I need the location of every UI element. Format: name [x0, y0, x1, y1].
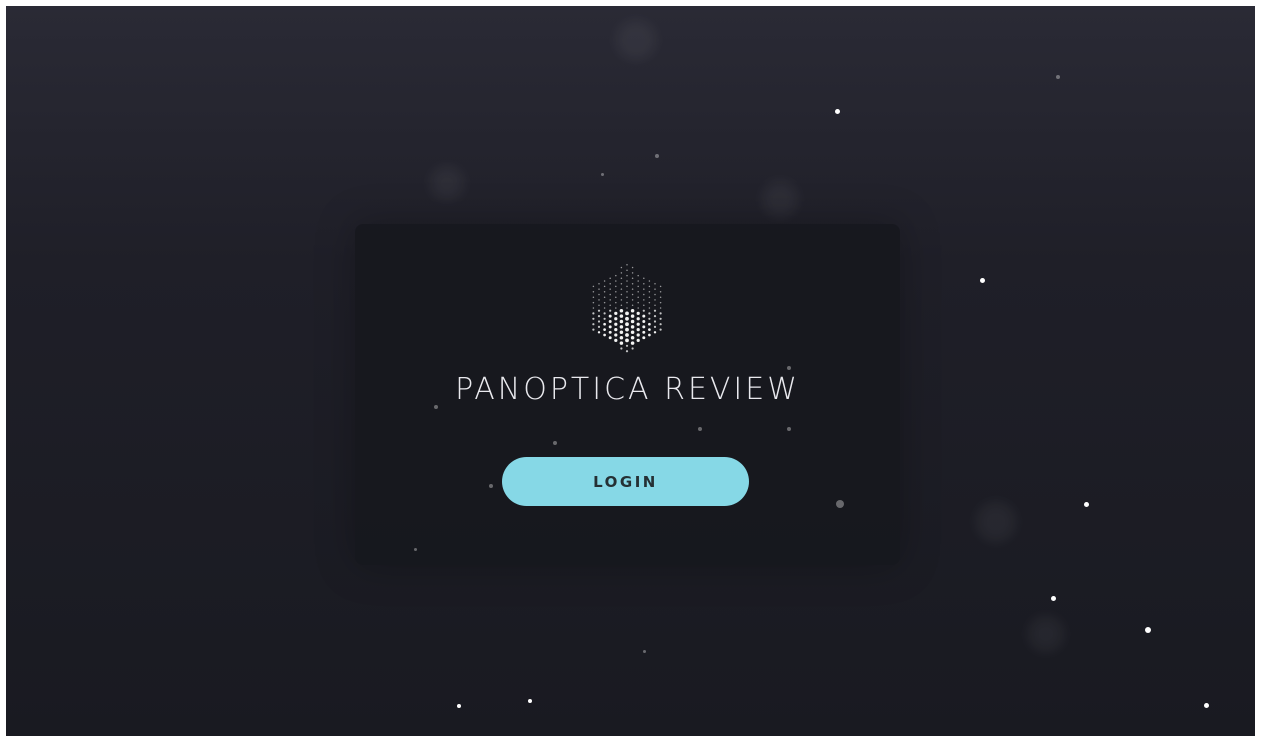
star-particle — [553, 441, 557, 445]
haze-particle — [762, 181, 798, 217]
login-button[interactable]: LOGIN — [502, 457, 749, 506]
haze-particle — [430, 166, 464, 200]
haze-particle — [616, 20, 656, 60]
haze-particle — [976, 502, 1016, 542]
star-particle — [698, 427, 702, 431]
star-particle — [655, 154, 659, 158]
hex-cube-dots-icon — [592, 264, 662, 353]
star-particle — [1084, 502, 1089, 507]
star-particle — [787, 427, 791, 431]
star-particle — [1056, 75, 1060, 79]
star-particle — [836, 500, 844, 508]
haze-particle — [1028, 616, 1064, 652]
star-particle — [1204, 703, 1209, 708]
star-particle — [835, 109, 840, 114]
star-particle — [489, 484, 493, 488]
login-card: PANOPTICA REVIEW LOGIN — [355, 224, 900, 565]
star-particle — [528, 699, 532, 703]
star-particle — [1145, 627, 1151, 633]
star-particle — [601, 173, 604, 176]
star-particle — [414, 548, 417, 551]
star-particle — [980, 278, 985, 283]
star-particle — [434, 405, 438, 409]
login-screen: PANOPTICA REVIEW LOGIN — [6, 6, 1255, 736]
star-particle — [457, 704, 461, 708]
star-particle — [1051, 596, 1056, 601]
star-particle — [787, 366, 791, 370]
star-particle — [643, 650, 646, 653]
app-title: PANOPTICA REVIEW — [455, 372, 800, 407]
